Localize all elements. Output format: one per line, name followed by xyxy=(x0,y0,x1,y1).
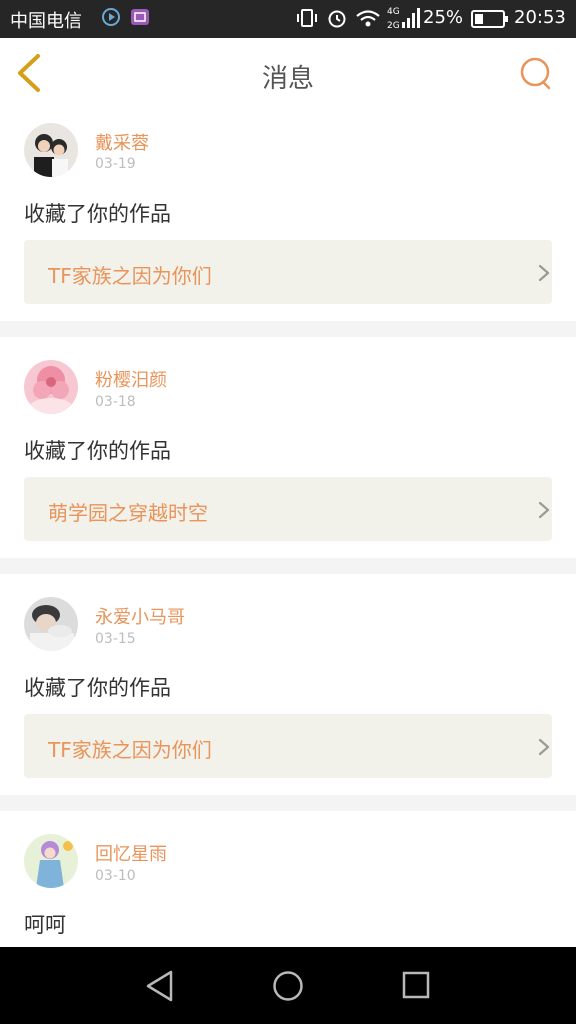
avatar[interactable] xyxy=(24,360,78,414)
message-card: 粉樱汨颜 03-18 收藏了你的作品 萌学园之穿越时空 xyxy=(0,337,576,558)
svg-text:2G: 2G xyxy=(387,21,400,31)
message-date: 03-15 xyxy=(95,631,136,647)
avatar[interactable] xyxy=(24,597,78,651)
work-link[interactable]: 萌学园之穿越时空 xyxy=(24,477,552,541)
system-nav-bar xyxy=(0,947,576,1024)
vibrate-icon xyxy=(296,8,318,32)
username[interactable]: 戴采蓉 xyxy=(95,129,149,155)
triangle-back-icon xyxy=(146,970,173,1002)
circle-home-icon xyxy=(273,971,303,1001)
nav-home-button[interactable] xyxy=(272,969,304,1007)
page-title: 消息 xyxy=(261,64,314,94)
username[interactable]: 永爱小马哥 xyxy=(95,603,185,629)
alarm-icon xyxy=(326,8,348,32)
square-recents-icon xyxy=(402,971,430,999)
wifi-icon xyxy=(355,8,381,32)
app-header: 消息 xyxy=(0,38,576,109)
chevron-right-icon xyxy=(538,501,550,523)
message-card: 回忆星雨 03-10 呵呵 xyxy=(0,811,576,947)
carrier-label: 中国电信 xyxy=(10,11,82,32)
chevron-right-icon xyxy=(538,264,550,286)
message-feed[interactable]: 戴采蓉 03-19 收藏了你的作品 TF家族之因为你们 粉樱汨颜 03-18 收… xyxy=(0,108,576,947)
message-text: 收藏了你的作品 xyxy=(24,439,171,463)
message-text: 收藏了你的作品 xyxy=(24,202,171,226)
app-notification-icon xyxy=(102,8,120,30)
avatar[interactable] xyxy=(24,123,78,177)
work-link[interactable]: TF家族之因为你们 xyxy=(24,240,552,304)
message-date: 03-18 xyxy=(95,394,136,410)
message-date: 03-10 xyxy=(95,868,136,884)
clock: 20:53 xyxy=(514,7,566,28)
work-title: TF家族之因为你们 xyxy=(48,264,212,288)
work-title: TF家族之因为你们 xyxy=(48,738,212,762)
search-icon xyxy=(520,57,551,90)
cellular-signal-icon: 4G 2G xyxy=(386,4,420,36)
work-link[interactable]: TF家族之因为你们 xyxy=(24,714,552,778)
battery-icon xyxy=(471,10,509,32)
search-button[interactable] xyxy=(518,56,554,92)
svg-text:4G: 4G xyxy=(387,7,400,17)
username[interactable]: 回忆星雨 xyxy=(95,840,167,866)
message-card: 戴采蓉 03-19 收藏了你的作品 TF家族之因为你们 xyxy=(0,108,576,321)
chevron-right-icon xyxy=(538,738,550,760)
nav-back-button[interactable] xyxy=(145,969,175,1007)
gallery-notification-icon xyxy=(130,8,150,30)
message-date: 03-19 xyxy=(95,156,136,172)
username[interactable]: 粉樱汨颜 xyxy=(95,366,167,392)
nav-recents-button[interactable] xyxy=(401,969,431,1007)
message-text: 收藏了你的作品 xyxy=(24,676,171,700)
work-title: 萌学园之穿越时空 xyxy=(48,501,208,525)
message-card: 永爱小马哥 03-15 收藏了你的作品 TF家族之因为你们 xyxy=(0,574,576,795)
status-bar: 中国电信 4G 2G 25% 20:53 xyxy=(0,0,576,38)
avatar[interactable] xyxy=(24,834,78,888)
battery-percent: 25% xyxy=(423,7,464,28)
message-text: 呵呵 xyxy=(24,913,66,937)
